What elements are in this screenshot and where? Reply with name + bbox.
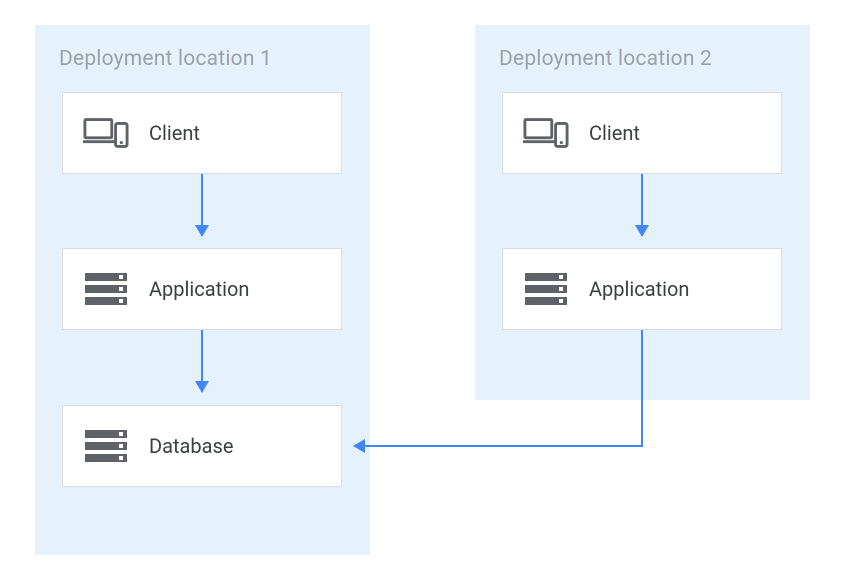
node-application-2: Application — [502, 248, 782, 330]
devices-icon — [523, 113, 569, 153]
arrow-client2-to-app2 — [641, 174, 643, 236]
node-client-1: Client — [62, 92, 342, 174]
server-icon — [523, 269, 569, 309]
node-application-1-label: Application — [149, 277, 249, 301]
node-client-2-label: Client — [589, 121, 640, 145]
node-database: Database — [62, 405, 342, 487]
node-database-label: Database — [149, 434, 233, 458]
node-application-2-label: Application — [589, 277, 689, 301]
node-application-1: Application — [62, 248, 342, 330]
node-client-2: Client — [502, 92, 782, 174]
arrow-app2-to-database-horiz — [354, 445, 643, 447]
arrow-app2-to-database-vert — [641, 330, 643, 447]
diagram-canvas: Deployment location 1 Deployment locatio… — [0, 0, 856, 574]
region-2-title: Deployment location 2 — [499, 47, 712, 71]
node-client-1-label: Client — [149, 121, 200, 145]
region-1-title: Deployment location 1 — [59, 47, 272, 71]
devices-icon — [83, 113, 129, 153]
arrow-app1-to-database — [201, 330, 203, 392]
server-icon — [83, 269, 129, 309]
server-icon — [83, 426, 129, 466]
arrow-client1-to-app1 — [201, 174, 203, 236]
